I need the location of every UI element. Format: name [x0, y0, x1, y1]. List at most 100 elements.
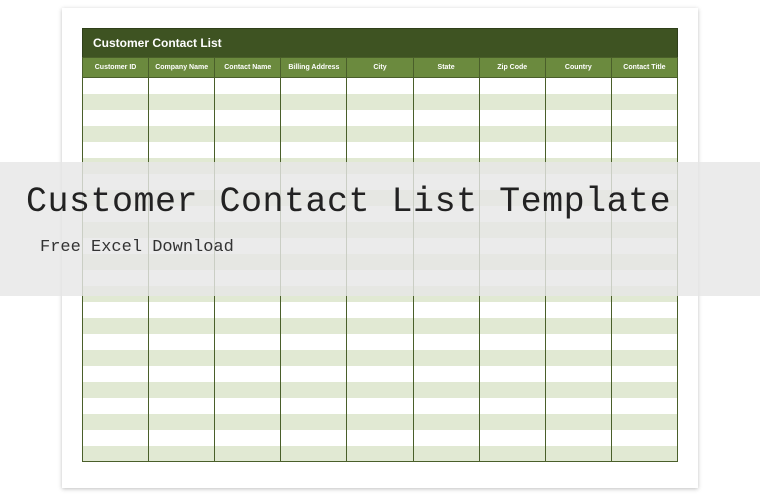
col-customer-id: Customer ID: [83, 58, 149, 78]
table-cell: [281, 94, 347, 110]
table-cell: [149, 382, 215, 398]
table-cell: [281, 318, 347, 334]
table-cell: [413, 78, 479, 94]
table-row: [83, 334, 678, 350]
table-cell: [149, 334, 215, 350]
table-cell: [281, 110, 347, 126]
sheet-title: Customer Contact List: [82, 28, 678, 57]
table-cell: [347, 382, 413, 398]
overlay-subtitle: Free Excel Download: [26, 238, 760, 257]
table-cell: [347, 350, 413, 366]
table-cell: [545, 78, 611, 94]
table-row: [83, 318, 678, 334]
table-cell: [83, 414, 149, 430]
table-cell: [611, 430, 677, 446]
table-cell: [215, 350, 281, 366]
table-cell: [149, 414, 215, 430]
table-cell: [611, 110, 677, 126]
table-cell: [281, 302, 347, 318]
table-cell: [413, 318, 479, 334]
table-cell: [545, 350, 611, 366]
table-cell: [347, 414, 413, 430]
table-cell: [83, 446, 149, 462]
col-state: State: [413, 58, 479, 78]
table-cell: [545, 142, 611, 158]
table-cell: [479, 126, 545, 142]
table-row: [83, 302, 678, 318]
table-row: [83, 398, 678, 414]
table-cell: [83, 334, 149, 350]
table-cell: [215, 446, 281, 462]
table-cell: [347, 366, 413, 382]
table-cell: [347, 126, 413, 142]
overlay-title: Customer Contact List Template: [26, 182, 760, 222]
table-cell: [281, 414, 347, 430]
table-cell: [149, 446, 215, 462]
table-cell: [83, 382, 149, 398]
table-cell: [413, 334, 479, 350]
table-cell: [347, 302, 413, 318]
table-cell: [611, 318, 677, 334]
table-cell: [83, 350, 149, 366]
table-cell: [215, 302, 281, 318]
table-cell: [545, 110, 611, 126]
table-cell: [149, 318, 215, 334]
table-cell: [149, 350, 215, 366]
table-row: [83, 110, 678, 126]
table-cell: [479, 430, 545, 446]
table-cell: [215, 318, 281, 334]
table-cell: [413, 366, 479, 382]
table-cell: [413, 430, 479, 446]
table-cell: [413, 350, 479, 366]
table-cell: [611, 126, 677, 142]
table-cell: [479, 414, 545, 430]
table-cell: [611, 382, 677, 398]
col-contact-name: Contact Name: [215, 58, 281, 78]
header-row: Customer ID Company Name Contact Name Bi…: [83, 58, 678, 78]
table-cell: [83, 366, 149, 382]
table-cell: [347, 94, 413, 110]
table-cell: [281, 446, 347, 462]
table-cell: [413, 302, 479, 318]
table-row: [83, 366, 678, 382]
table-cell: [347, 142, 413, 158]
table-cell: [611, 334, 677, 350]
table-cell: [611, 446, 677, 462]
table-cell: [215, 366, 281, 382]
table-cell: [545, 366, 611, 382]
table-cell: [215, 94, 281, 110]
table-cell: [479, 302, 545, 318]
table-cell: [215, 398, 281, 414]
col-contact-title: Contact Title: [611, 58, 677, 78]
table-cell: [611, 142, 677, 158]
col-billing-address: Billing Address: [281, 58, 347, 78]
table-cell: [149, 126, 215, 142]
table-cell: [215, 334, 281, 350]
table-cell: [215, 126, 281, 142]
table-cell: [413, 414, 479, 430]
table-cell: [611, 94, 677, 110]
table-cell: [215, 382, 281, 398]
table-row: [83, 446, 678, 462]
table-cell: [413, 126, 479, 142]
table-cell: [479, 318, 545, 334]
table-cell: [413, 446, 479, 462]
table-cell: [479, 142, 545, 158]
table-cell: [611, 398, 677, 414]
table-cell: [215, 414, 281, 430]
table-row: [83, 414, 678, 430]
table-cell: [479, 78, 545, 94]
table-cell: [281, 78, 347, 94]
table-cell: [347, 318, 413, 334]
table-cell: [413, 94, 479, 110]
table-cell: [149, 110, 215, 126]
table-cell: [281, 430, 347, 446]
table-cell: [611, 366, 677, 382]
table-row: [83, 94, 678, 110]
table-cell: [479, 366, 545, 382]
table-cell: [83, 302, 149, 318]
table-cell: [545, 334, 611, 350]
table-cell: [83, 318, 149, 334]
table-cell: [347, 334, 413, 350]
table-cell: [149, 398, 215, 414]
